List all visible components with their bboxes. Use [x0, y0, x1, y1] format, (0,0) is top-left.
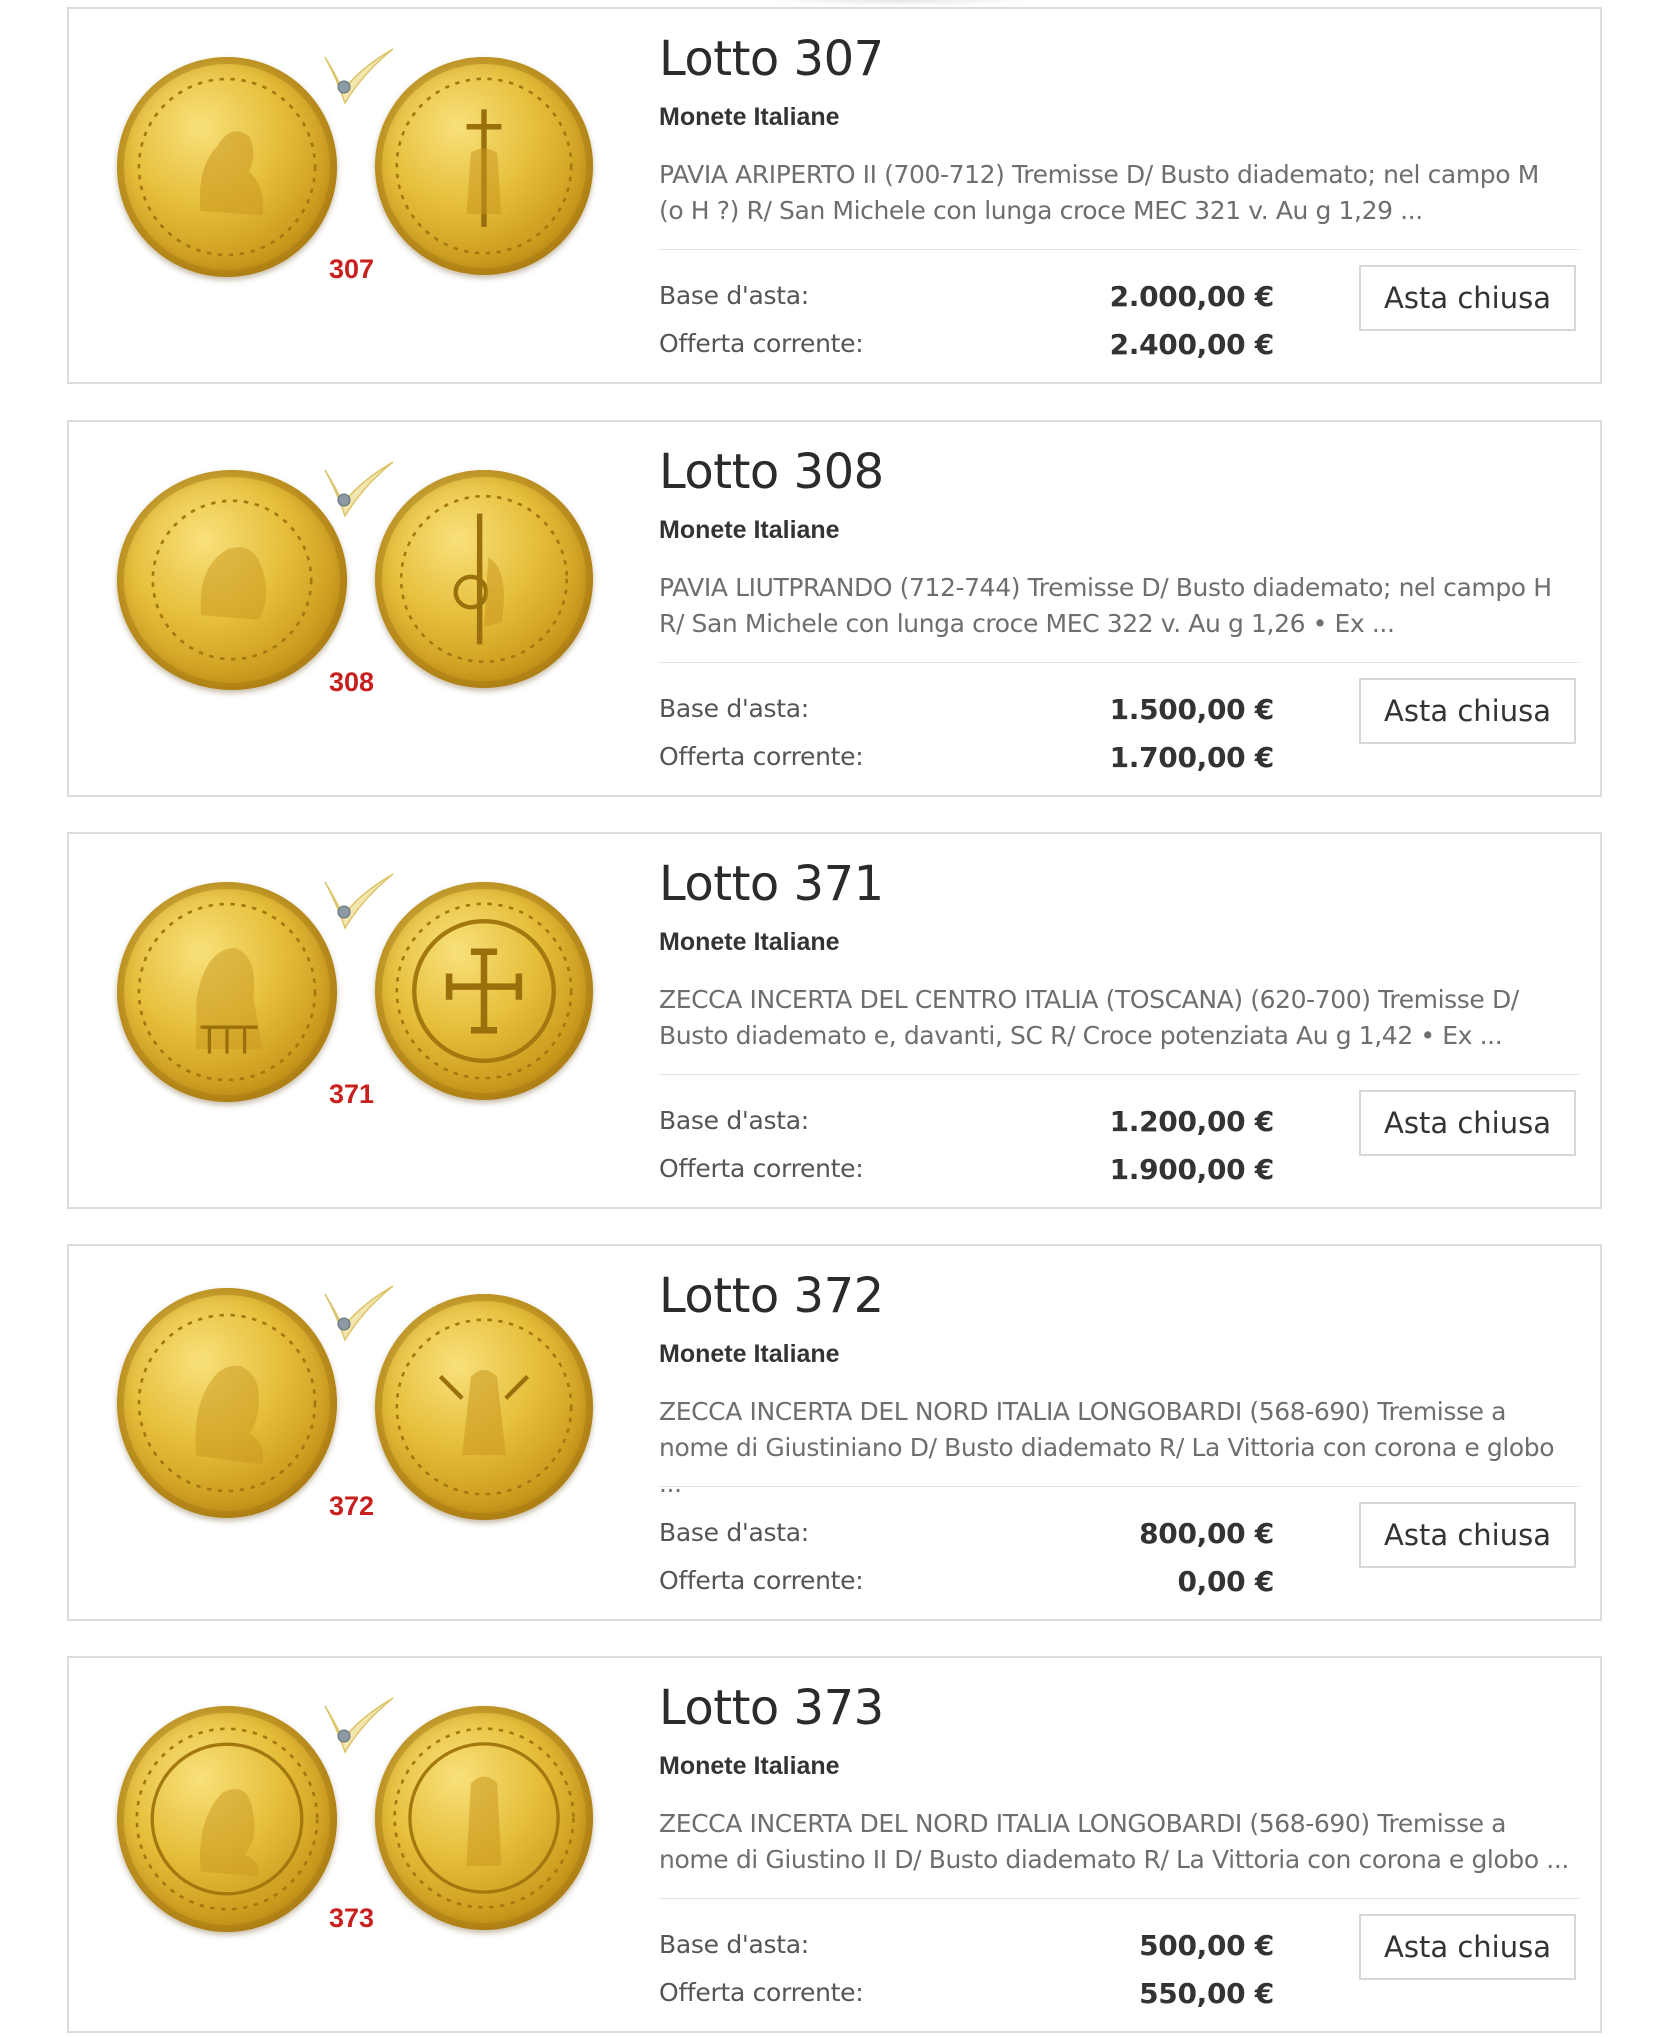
- current-offer-label: Offerta corrente:: [659, 1566, 864, 1595]
- divider: [659, 662, 1579, 663]
- coin-obverse-image: [117, 470, 347, 690]
- lot-card[interactable]: 373 Lotto 373 Monete Italiane ZECCA INCE…: [67, 1656, 1602, 2033]
- lot-number-tag: 371: [329, 1079, 375, 1109]
- current-offer-label: Offerta corrente:: [659, 1978, 864, 2007]
- watermark-logo-icon: [324, 48, 394, 105]
- lot-info: Lotto 308 Monete Italiane PAVIA LIUTPRAN…: [659, 422, 1584, 795]
- lot-info: Lotto 371 Monete Italiane ZECCA INCERTA …: [659, 834, 1584, 1207]
- lot-info: Lotto 372 Monete Italiane ZECCA INCERTA …: [659, 1246, 1584, 1619]
- lot-image[interactable]: 371: [69, 834, 629, 1207]
- lot-card[interactable]: 371 Lotto 371 Monete Italiane ZECCA INCE…: [67, 832, 1602, 1209]
- current-offer-value: 1.900,00 €: [1109, 1153, 1275, 1186]
- base-price-label: Base d'asta:: [659, 1106, 809, 1135]
- current-offer-value: 1.700,00 €: [1109, 741, 1275, 774]
- watermark-logo-icon: [324, 1697, 394, 1754]
- lot-number-tag: 308: [329, 667, 375, 697]
- lot-number-tag: 307: [329, 254, 375, 284]
- lot-card[interactable]: 308 Lotto 308 Monete Italiane PAVIA LIUT…: [67, 420, 1602, 797]
- lot-description: ZECCA INCERTA DEL NORD ITALIA LONGOBARDI…: [659, 1809, 1569, 1874]
- current-offer-value: 550,00 €: [1139, 1977, 1274, 2010]
- lot-title[interactable]: Lotto 308: [659, 444, 884, 500]
- base-price-value: 1.500,00 €: [1109, 693, 1275, 726]
- current-offer-label: Offerta corrente:: [659, 742, 864, 771]
- lot-category: Monete Italiane: [659, 516, 840, 544]
- lot-number-tag: 373: [329, 1903, 375, 1933]
- current-offer-label: Offerta corrente:: [659, 329, 864, 358]
- base-price-label: Base d'asta:: [659, 281, 809, 310]
- watermark-logo-icon: [324, 461, 394, 518]
- divider: [659, 1486, 1579, 1487]
- current-offer-value: 2.400,00 €: [1109, 328, 1275, 361]
- current-offer-label: Offerta corrente:: [659, 1154, 864, 1183]
- lot-image[interactable]: 372: [69, 1246, 629, 1619]
- lot-title[interactable]: Lotto 371: [659, 856, 884, 912]
- coin-reverse-image: [375, 1706, 593, 1930]
- auction-closed-button[interactable]: Asta chiusa: [1359, 1090, 1576, 1156]
- lot-description: PAVIA ARIPERTO II (700-712) Tremisse D/ …: [659, 160, 1539, 225]
- watermark-logo-icon: [324, 873, 394, 930]
- base-price-label: Base d'asta:: [659, 1930, 809, 1959]
- divider: [659, 1898, 1579, 1899]
- base-price-value: 1.200,00 €: [1109, 1105, 1275, 1138]
- divider: [659, 1074, 1579, 1075]
- lot-category: Monete Italiane: [659, 1752, 840, 1780]
- lot-title[interactable]: Lotto 373: [659, 1680, 884, 1736]
- lot-title[interactable]: Lotto 307: [659, 31, 884, 87]
- lot-title[interactable]: Lotto 372: [659, 1268, 884, 1324]
- coin-obverse-image: [117, 1706, 337, 1932]
- coin-obverse-image: [117, 882, 337, 1102]
- coin-reverse-image: [375, 57, 593, 275]
- lot-image[interactable]: 373: [69, 1658, 629, 2031]
- auction-closed-button[interactable]: Asta chiusa: [1359, 1914, 1576, 1980]
- watermark-logo-icon: [324, 1285, 394, 1342]
- lot-image[interactable]: 308: [69, 422, 629, 795]
- base-price-value: 2.000,00 €: [1109, 280, 1275, 313]
- lot-image[interactable]: 307: [69, 9, 629, 382]
- lot-category: Monete Italiane: [659, 103, 840, 131]
- base-price-value: 500,00 €: [1139, 1929, 1274, 1962]
- lot-category: Monete Italiane: [659, 1340, 840, 1368]
- lot-description: PAVIA LIUTPRANDO (712-744) Tremisse D/ B…: [659, 573, 1552, 638]
- auction-closed-button[interactable]: Asta chiusa: [1359, 1502, 1576, 1568]
- lot-info: Lotto 307 Monete Italiane PAVIA ARIPERTO…: [659, 9, 1584, 382]
- base-price-value: 800,00 €: [1139, 1517, 1274, 1550]
- lot-category: Monete Italiane: [659, 928, 840, 956]
- coin-obverse-image: [117, 57, 337, 277]
- coin-reverse-image: [375, 470, 593, 688]
- coin-reverse-image: [375, 1294, 593, 1520]
- divider: [659, 249, 1579, 250]
- coin-reverse-image: [375, 882, 593, 1100]
- lot-description: ZECCA INCERTA DEL CENTRO ITALIA (TOSCANA…: [659, 985, 1519, 1050]
- current-offer-value: 0,00 €: [1177, 1565, 1274, 1598]
- lot-number-tag: 372: [329, 1491, 375, 1521]
- base-price-label: Base d'asta:: [659, 1518, 809, 1547]
- lot-info: Lotto 373 Monete Italiane ZECCA INCERTA …: [659, 1658, 1584, 2031]
- base-price-label: Base d'asta:: [659, 694, 809, 723]
- lot-card[interactable]: 372 Lotto 372 Monete Italiane ZECCA INCE…: [67, 1244, 1602, 1621]
- top-shadow: [760, 0, 1040, 6]
- auction-closed-button[interactable]: Asta chiusa: [1359, 678, 1576, 744]
- lot-card[interactable]: 307 Lotto 307 Monete Italiane PAVIA ARIP…: [67, 7, 1602, 384]
- auction-closed-button[interactable]: Asta chiusa: [1359, 265, 1576, 331]
- coin-obverse-image: [117, 1288, 337, 1518]
